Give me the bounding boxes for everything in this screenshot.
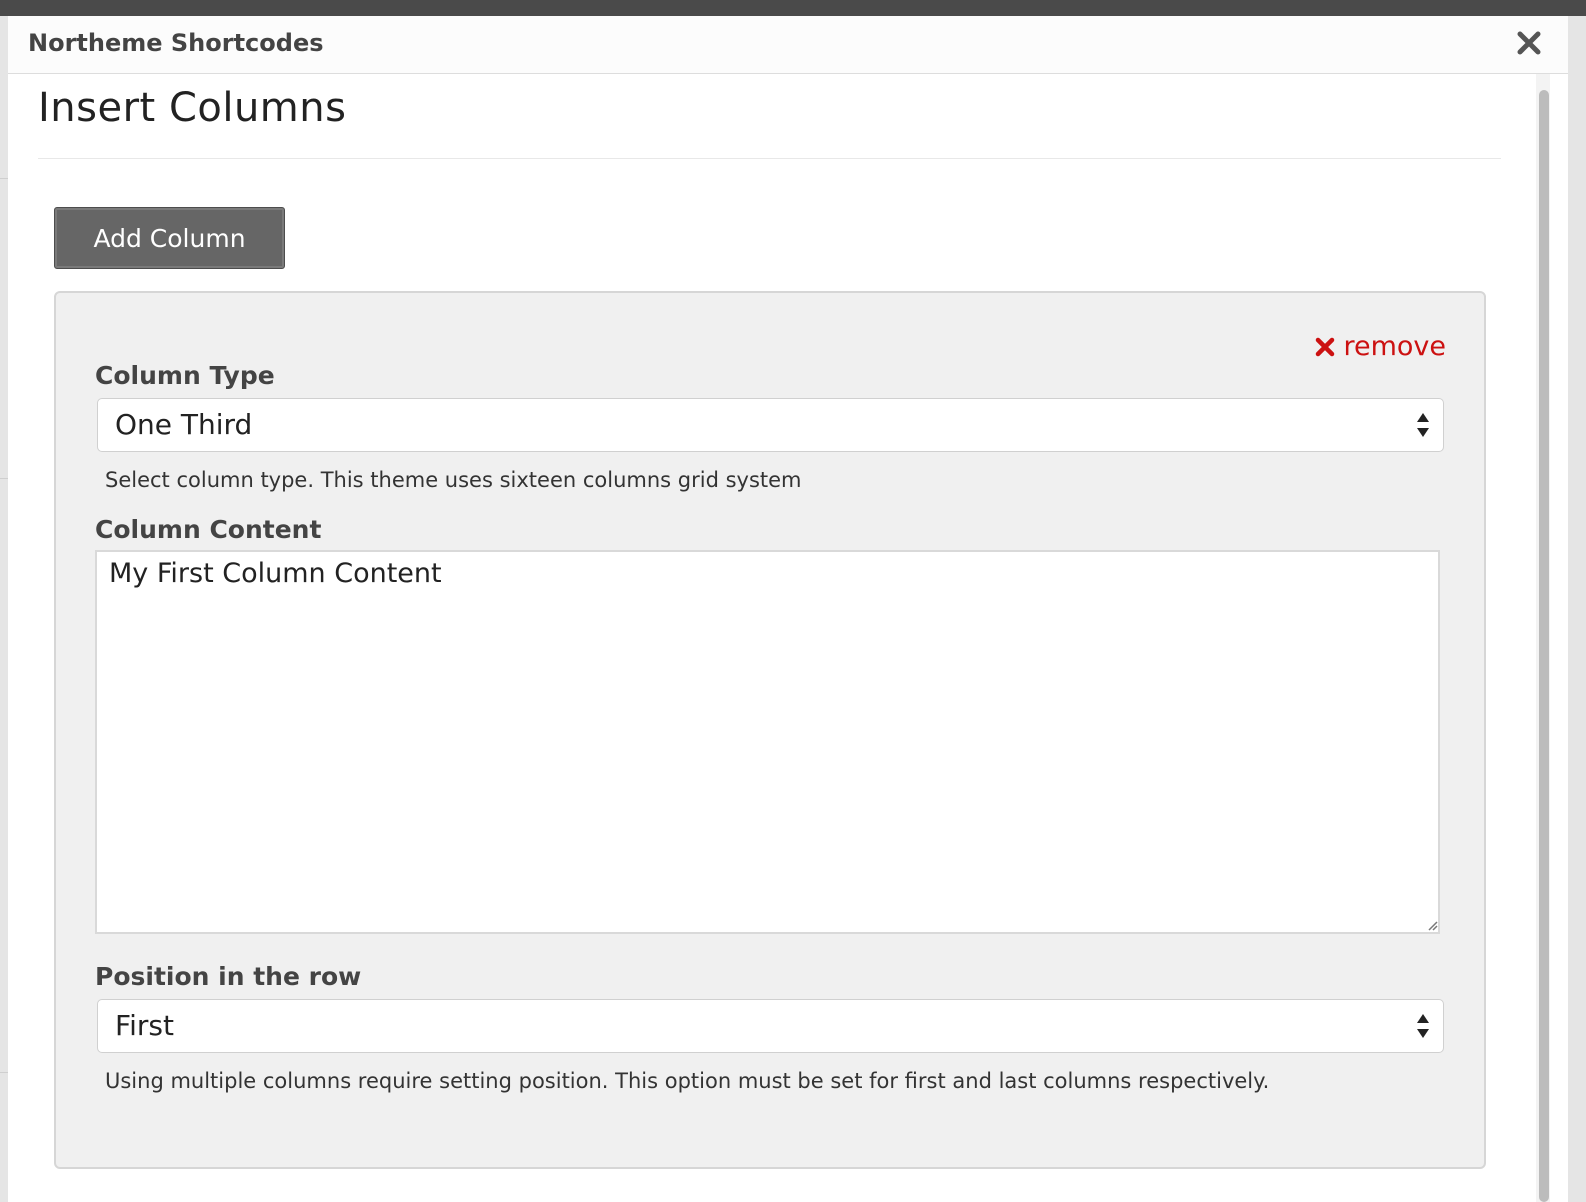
remove-label: remove [1343, 331, 1446, 362]
dialog-title: Northeme Shortcodes [28, 29, 324, 57]
column-type-help: Select column type. This theme uses sixt… [105, 468, 802, 492]
updown-arrows-icon [1417, 413, 1429, 437]
remove-column-link[interactable]: remove [1315, 331, 1446, 362]
x-icon [1316, 337, 1335, 356]
dialog-titlebar: Northeme Shortcodes [8, 16, 1568, 74]
column-content-label: Column Content [95, 515, 322, 544]
column-panel: remove Column Type One Third Select colu… [54, 291, 1486, 1169]
page-title: Insert Columns [38, 85, 347, 131]
position-help: Using multiple columns require setting p… [105, 1069, 1270, 1093]
column-content-textarea[interactable]: My First Column Content [95, 550, 1440, 934]
position-label: Position in the row [95, 962, 362, 991]
add-column-button[interactable]: Add Column [54, 207, 285, 269]
column-type-label: Column Type [95, 361, 275, 390]
column-type-value: One Third [115, 408, 253, 441]
position-value: First [115, 1009, 174, 1042]
column-type-select[interactable]: One Third [97, 398, 1444, 452]
close-icon[interactable] [1516, 30, 1542, 56]
position-select[interactable]: First [97, 999, 1444, 1053]
scrollbar-thumb[interactable] [1539, 90, 1549, 1202]
scrollbar[interactable] [1536, 74, 1550, 1202]
resize-handle-icon[interactable] [1426, 919, 1438, 931]
shortcode-dialog: Northeme Shortcodes Insert Columns Add C… [8, 16, 1568, 1202]
divider [38, 158, 1501, 159]
updown-arrows-icon [1417, 1014, 1429, 1038]
